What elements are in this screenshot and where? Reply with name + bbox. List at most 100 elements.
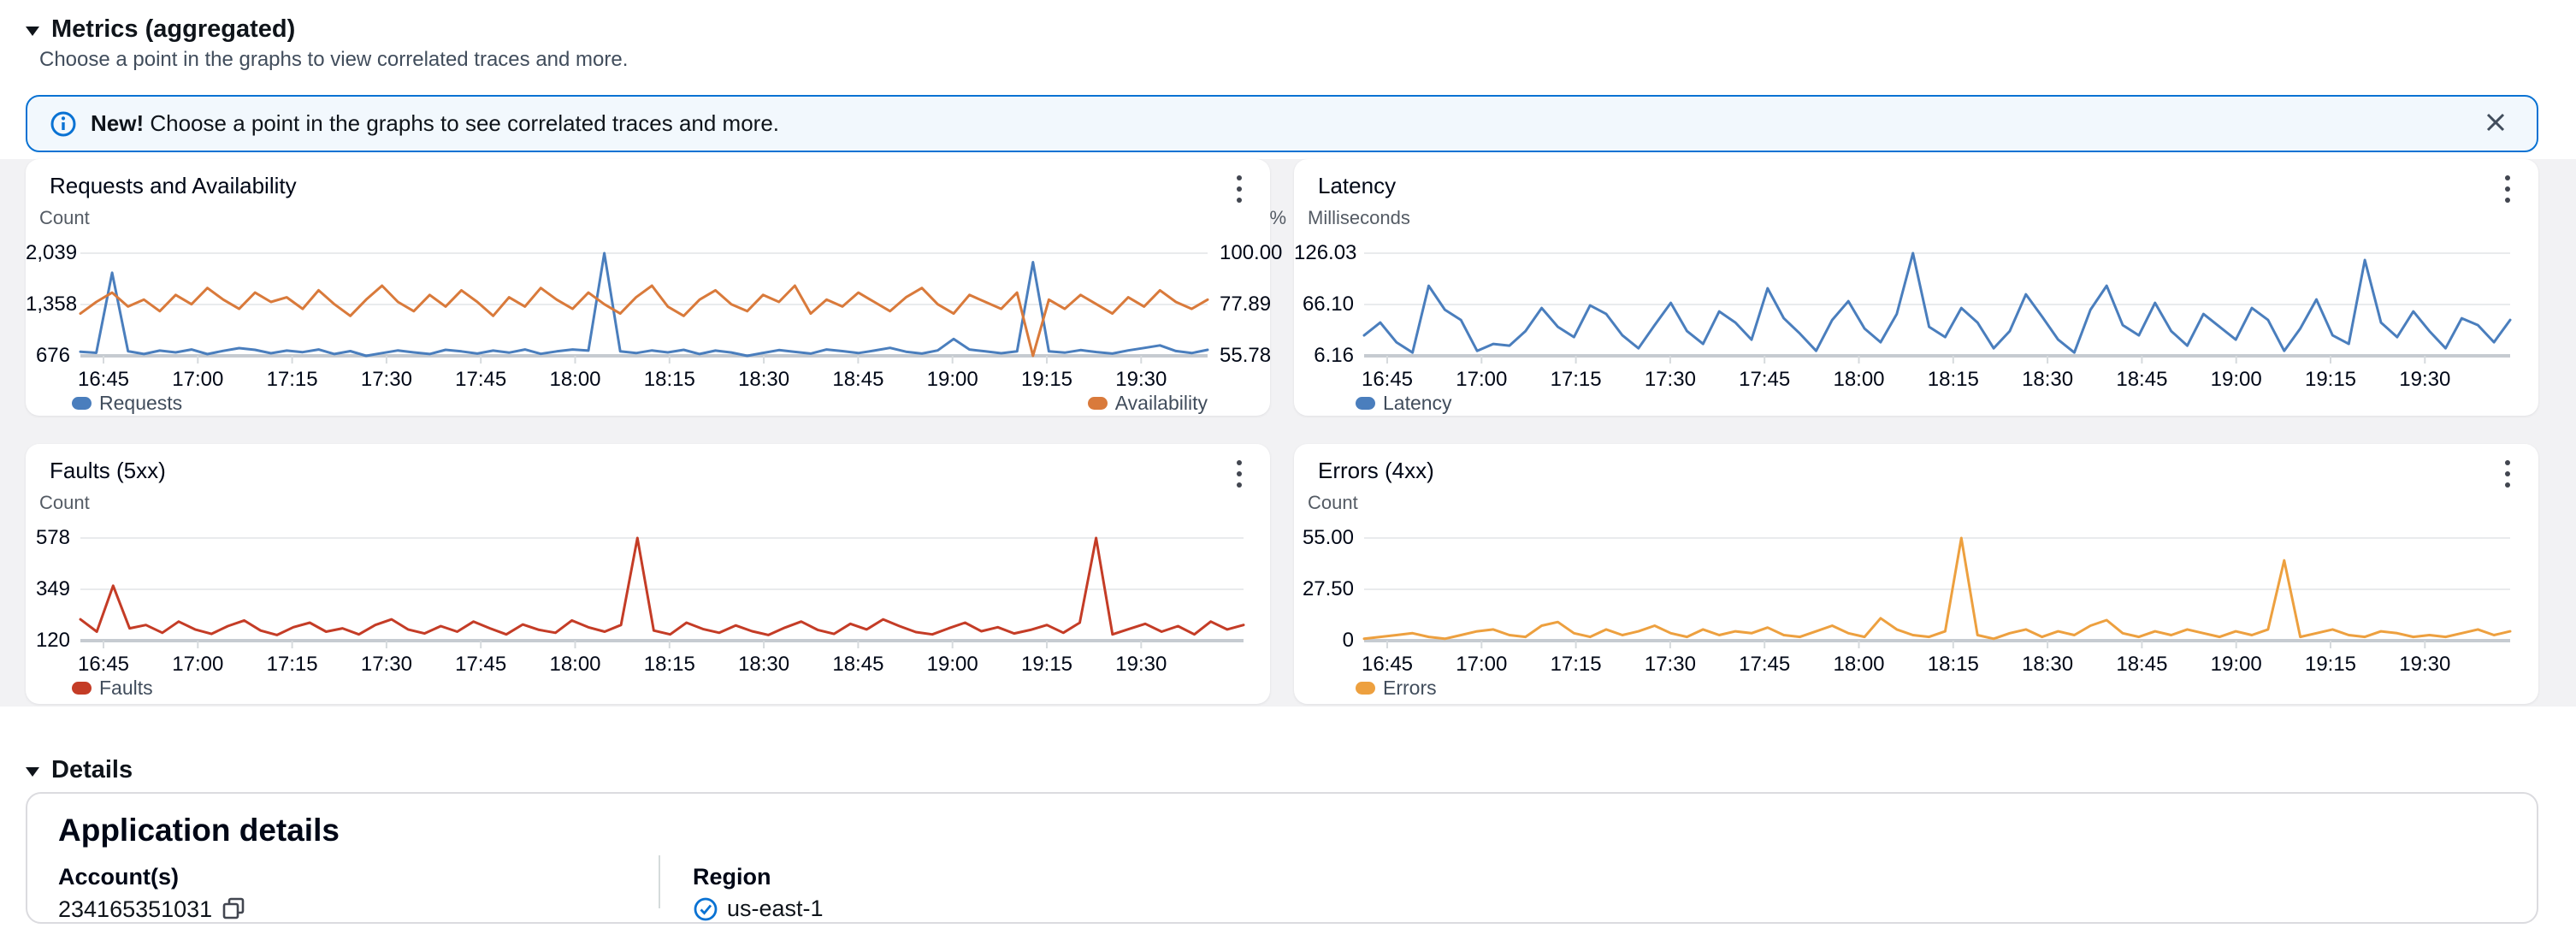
x-tick-label: 17:00	[172, 653, 223, 677]
x-tick-label: 17:15	[267, 653, 318, 677]
chart-plot[interactable]	[80, 253, 1208, 366]
x-tick-label: 19:15	[2305, 653, 2356, 677]
info-icon	[50, 110, 77, 138]
chart-card-3: Faults (5xx) Count 57834912016:4517:0017…	[26, 444, 1270, 704]
x-tick-label: 17:30	[1645, 653, 1696, 677]
x-tick-label: 18:00	[1833, 368, 1884, 392]
right-tick-label: 55.78	[1220, 344, 1271, 368]
chart-title: Latency	[1318, 173, 1396, 199]
x-tick-label: 18:30	[2022, 653, 2073, 677]
x-tick-label: 18:15	[644, 368, 695, 392]
y-axis-unit-label: Count	[39, 207, 90, 229]
y-tick-label: 676	[26, 344, 70, 368]
y-tick-label: 55.00	[1294, 526, 1354, 550]
legend-item-faults[interactable]: Faults	[72, 677, 153, 700]
accounts-label: Account(s)	[58, 864, 246, 890]
chart-menu-button[interactable]	[1220, 452, 1258, 495]
collapse-caret-icon	[26, 25, 39, 34]
y-tick-label: 66.10	[1294, 293, 1354, 316]
details-section-header[interactable]: Details	[26, 756, 133, 784]
x-tick-label: 19:00	[2211, 368, 2262, 392]
region-verified-icon	[693, 896, 718, 922]
legend-item-requests[interactable]: Requests	[72, 392, 182, 415]
x-tick-label: 18:45	[832, 368, 883, 392]
x-tick-label: 17:45	[1739, 653, 1790, 677]
chart-legend: Requests Availability	[72, 392, 1208, 415]
series-line-faults[interactable]	[80, 538, 1244, 635]
copy-account-button[interactable]	[221, 896, 246, 924]
x-tick-label: 19:30	[2399, 653, 2450, 677]
x-tick-label: 17:45	[1739, 368, 1790, 392]
x-tick-label: 18:15	[1928, 653, 1979, 677]
y-axis-unit-label: Count	[1308, 492, 1358, 514]
close-icon	[2484, 110, 2508, 137]
chart-legend: Errors	[1356, 677, 2510, 700]
x-tick-label: 17:30	[1645, 368, 1696, 392]
chart-menu-button[interactable]	[2489, 168, 2526, 210]
legend-item-errors[interactable]: Errors	[1356, 677, 1437, 700]
page: { "metrics_section": { "title": "Metrics…	[0, 0, 2576, 946]
chart-plot[interactable]	[80, 538, 1244, 651]
x-tick-label: 16:45	[1362, 653, 1413, 677]
y-tick-label: 27.50	[1294, 577, 1354, 601]
chart-title: Faults (5xx)	[50, 458, 166, 484]
legend-color-pill	[72, 682, 92, 695]
x-tick-label: 19:15	[1021, 368, 1072, 392]
x-tick-label: 18:30	[2022, 368, 2073, 392]
x-tick-label: 17:00	[1456, 653, 1507, 677]
x-tick-label: 19:00	[927, 653, 978, 677]
x-tick-label: 18:00	[549, 368, 600, 392]
series-line-errors[interactable]	[1364, 538, 2510, 639]
x-tick-label: 19:30	[2399, 368, 2450, 392]
banner-close-button[interactable]	[2477, 105, 2514, 143]
x-tick-label: 17:45	[455, 653, 506, 677]
chart-legend: Faults	[72, 677, 1244, 700]
kebab-icon	[1237, 175, 1242, 203]
y-tick-label: 0	[1294, 629, 1354, 653]
x-tick-label: 16:45	[1362, 368, 1413, 392]
collapse-caret-icon	[26, 766, 39, 775]
x-tick-label: 19:30	[1115, 368, 1167, 392]
x-tick-label: 18:00	[1833, 653, 1884, 677]
x-tick-label: 17:00	[172, 368, 223, 392]
fields-divider	[659, 855, 660, 908]
chart-card-1: Requests and Availability Count 2,0391,3…	[26, 159, 1270, 416]
chart-plot[interactable]	[1364, 253, 2510, 366]
series-line-latency[interactable]	[1364, 253, 2510, 352]
metrics-section-header[interactable]: Metrics (aggregated)	[26, 15, 295, 44]
chart-legend: Latency	[1356, 392, 2510, 415]
x-tick-label: 18:30	[738, 368, 789, 392]
chart-menu-button[interactable]	[1220, 168, 1258, 210]
y-tick-label: 126.03	[1294, 241, 1354, 265]
metrics-section-subtitle: Choose a point in the graphs to view cor…	[39, 48, 628, 72]
kebab-icon	[2505, 460, 2510, 488]
legend-item-availability[interactable]: Availability	[1088, 392, 1208, 415]
chart-menu-button[interactable]	[2489, 452, 2526, 495]
right-tick-label: 100.00	[1220, 241, 1282, 265]
copy-icon	[221, 896, 246, 924]
x-tick-label: 19:30	[1115, 653, 1167, 677]
legend-color-pill	[1356, 397, 1375, 410]
chart-plot[interactable]	[1364, 538, 2510, 651]
application-details-card: Application details Account(s) 234165351…	[26, 792, 2538, 924]
info-banner: New! Choose a point in the graphs to see…	[26, 95, 2538, 152]
legend-item-latency[interactable]: Latency	[1356, 392, 1452, 415]
chart-title: Errors (4xx)	[1318, 458, 1434, 484]
legend-label: Latency	[1383, 392, 1452, 415]
legend-color-pill	[1356, 682, 1375, 695]
legend-label: Faults	[99, 677, 153, 700]
application-details-title: Application details	[58, 813, 2506, 848]
x-tick-label: 16:45	[78, 653, 129, 677]
x-tick-label: 17:00	[1456, 368, 1507, 392]
x-tick-label: 17:15	[1551, 368, 1602, 392]
x-tick-label: 18:30	[738, 653, 789, 677]
x-tick-label: 18:45	[2116, 653, 2167, 677]
x-tick-label: 18:15	[1928, 368, 1979, 392]
right-axis-unit-label: %	[1220, 207, 1286, 229]
kebab-icon	[1237, 460, 1242, 488]
charts-band: Requests and Availability Count 2,0391,3…	[0, 159, 2576, 707]
x-tick-label: 17:30	[361, 368, 412, 392]
y-tick-label: 1,358	[26, 293, 70, 316]
x-tick-label: 19:00	[2211, 653, 2262, 677]
y-tick-label: 349	[26, 577, 70, 601]
